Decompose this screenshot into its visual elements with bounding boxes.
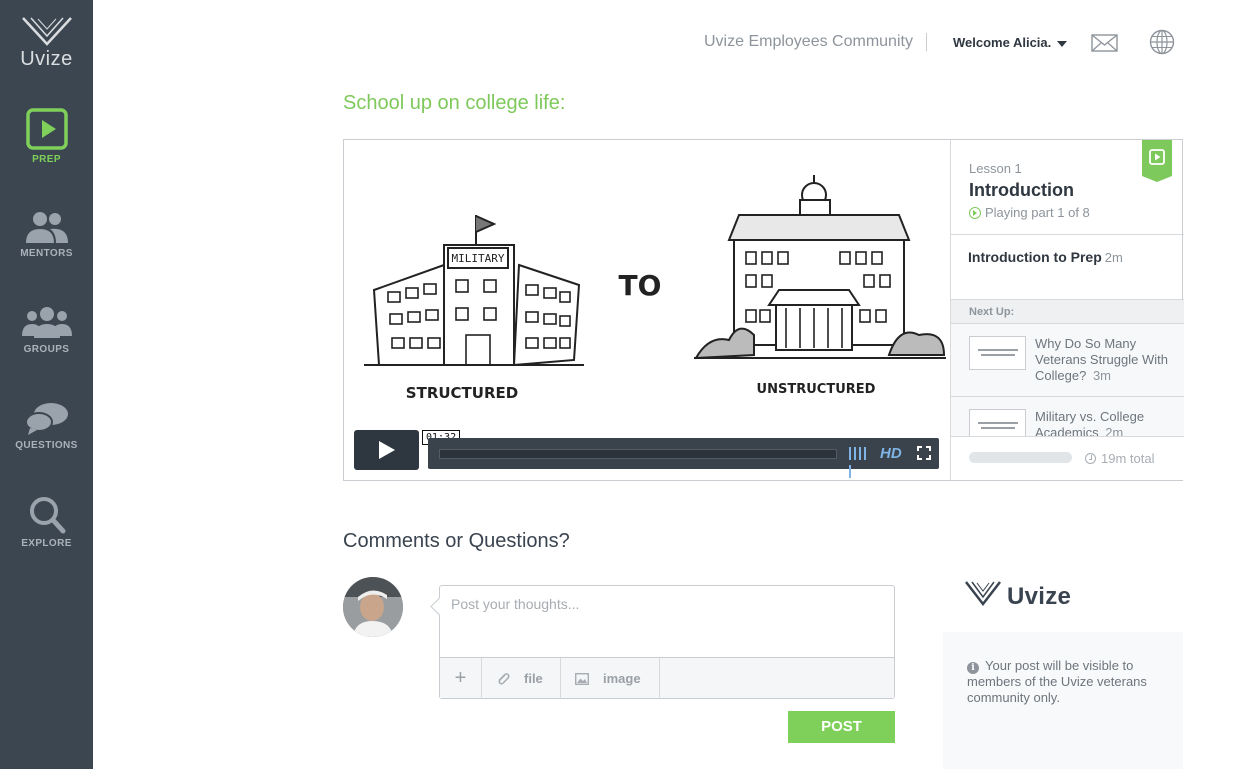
mail-icon[interactable] [1091, 34, 1118, 52]
attach-file-button[interactable]: file [482, 658, 561, 699]
paperclip-icon [498, 673, 510, 685]
video-thumbnail [969, 336, 1026, 370]
nav-item-groups[interactable]: GROUPS [0, 306, 93, 355]
video-progress-track[interactable] [439, 449, 837, 459]
nav-item-mentors[interactable]: MENTORS [0, 210, 93, 259]
brand-text: Uvize [1007, 583, 1072, 610]
nav-label-mentors: MENTORS [20, 248, 73, 259]
brand-logo: Uvize [965, 580, 1071, 611]
play-icon [1149, 149, 1165, 165]
chevron-down-icon [1057, 40, 1068, 47]
nav-label-groups: GROUPS [23, 344, 70, 355]
total-duration-text: 19m total [1101, 451, 1155, 466]
current-part-duration: 2m [1104, 250, 1123, 265]
comment-input[interactable] [441, 587, 893, 655]
lesson-title: Introduction [969, 180, 1074, 200]
playing-status: Playing part 1 of 8 [969, 205, 1090, 220]
nav-item-questions[interactable]: QUESTIONS [0, 402, 93, 451]
structured-caption: STRUCTURED [406, 384, 518, 402]
user-avatar-image [343, 577, 403, 637]
next-up-header: Next Up: [951, 299, 1184, 324]
play-icon [25, 108, 68, 150]
college-building-illustration [694, 175, 946, 360]
add-attachment-button[interactable]: + [440, 658, 482, 699]
total-duration: 19m total [1085, 451, 1154, 466]
video-thumbnail [969, 409, 1026, 436]
next-item-title-wrap: Military vs. College Academics 2m [1035, 409, 1175, 436]
page-headline: School up on college life: [343, 92, 566, 114]
military-building-illustration [364, 215, 584, 367]
video-area[interactable]: MILITARY STRUCTURED TO UNSTRUCTURED HD [344, 140, 950, 480]
lesson-player-panel: MILITARY STRUCTURED TO UNSTRUCTURED HD L… [343, 139, 1184, 481]
video-control-bar: HD [428, 438, 939, 478]
nav-label-explore: EXPLORE [21, 538, 72, 549]
info-icon: i [967, 662, 979, 674]
next-up-label: Next Up: [969, 306, 1015, 318]
nav-label-prep: PREP [32, 154, 61, 165]
unstructured-caption: UNSTRUCTURED [757, 382, 876, 397]
military-sign: MILITARY [452, 252, 505, 265]
comment-composer: + file image [439, 585, 895, 699]
nav-item-prep[interactable]: PREP [0, 108, 93, 165]
uvize-logo-icon [21, 17, 72, 46]
hd-toggle[interactable]: HD [880, 445, 902, 462]
image-icon [575, 673, 589, 685]
speech-bubbles-icon [24, 403, 68, 435]
next-item-duration: 2m [1105, 425, 1124, 436]
list-item[interactable]: Why Do So Many Veterans Struggle With Co… [951, 324, 1184, 397]
fullscreen-icon[interactable] [917, 446, 931, 460]
logo-text: Uvize [20, 48, 73, 70]
nav-label-questions: QUESTIONS [15, 440, 78, 451]
uvize-logo-icon [965, 581, 1001, 607]
community-name[interactable]: Uvize Employees Community [704, 33, 913, 51]
clock-icon [1085, 453, 1096, 464]
welcome-text: Welcome Alicia. [953, 35, 1052, 50]
lesson-footer: 19m total [951, 436, 1184, 480]
slide-to-text: TO [619, 269, 662, 302]
lesson-progress-bar [969, 452, 1072, 463]
notice-body: i Your post will be visible to members of… [967, 658, 1172, 706]
sidebar: Uvize PREP MENTORS GROUPS QUESTIONS EXPL… [0, 0, 93, 769]
avatar[interactable] [343, 577, 403, 637]
composer-toolbar: + file image [440, 657, 894, 699]
attach-image-label: image [603, 671, 641, 686]
list-item[interactable]: Military vs. College Academics 2m [951, 397, 1184, 436]
lesson-bookmark-ribbon[interactable] [1142, 140, 1172, 182]
comments-heading: Comments or Questions? [343, 530, 570, 552]
visibility-notice: i Your post will be visible to members of… [943, 632, 1183, 769]
groups-icon [21, 307, 72, 338]
post-button[interactable]: POST [788, 711, 895, 743]
next-up-list[interactable]: Why Do So Many Veterans Struggle With Co… [951, 324, 1184, 436]
attach-file-label: file [524, 671, 543, 686]
video-frame: MILITARY STRUCTURED TO UNSTRUCTURED [364, 175, 946, 402]
user-menu[interactable]: Welcome Alicia. [953, 35, 1068, 50]
header-divider [926, 33, 927, 51]
nav-item-explore[interactable]: EXPLORE [0, 496, 93, 549]
current-part-title: Introduction to Prep [968, 249, 1102, 265]
current-part-item[interactable]: Introduction to Prep 2m [968, 249, 1123, 265]
search-icon [29, 497, 65, 534]
attach-image-button[interactable]: image [561, 658, 660, 699]
next-item-title: Military vs. College Academics [1035, 409, 1145, 436]
play-circle-icon [969, 207, 981, 219]
next-item-title-wrap: Why Do So Many Veterans Struggle With Co… [1035, 336, 1175, 384]
mentors-icon [25, 212, 68, 243]
globe-icon[interactable] [1149, 29, 1175, 55]
playing-status-text: Playing part 1 of 8 [985, 205, 1090, 220]
next-item-duration: 3m [1092, 368, 1112, 383]
lesson-sidebar: Lesson 1 Introduction Playing part 1 of … [950, 140, 1184, 480]
lesson-header: Lesson 1 Introduction Playing part 1 of … [951, 140, 1184, 235]
notice-text: Your post will be visible to members of … [967, 658, 1147, 705]
play-button[interactable] [354, 430, 419, 470]
volume-icon[interactable] [849, 447, 873, 478]
logo[interactable]: Uvize [0, 16, 93, 71]
lesson-number: Lesson 1 [969, 161, 1022, 176]
